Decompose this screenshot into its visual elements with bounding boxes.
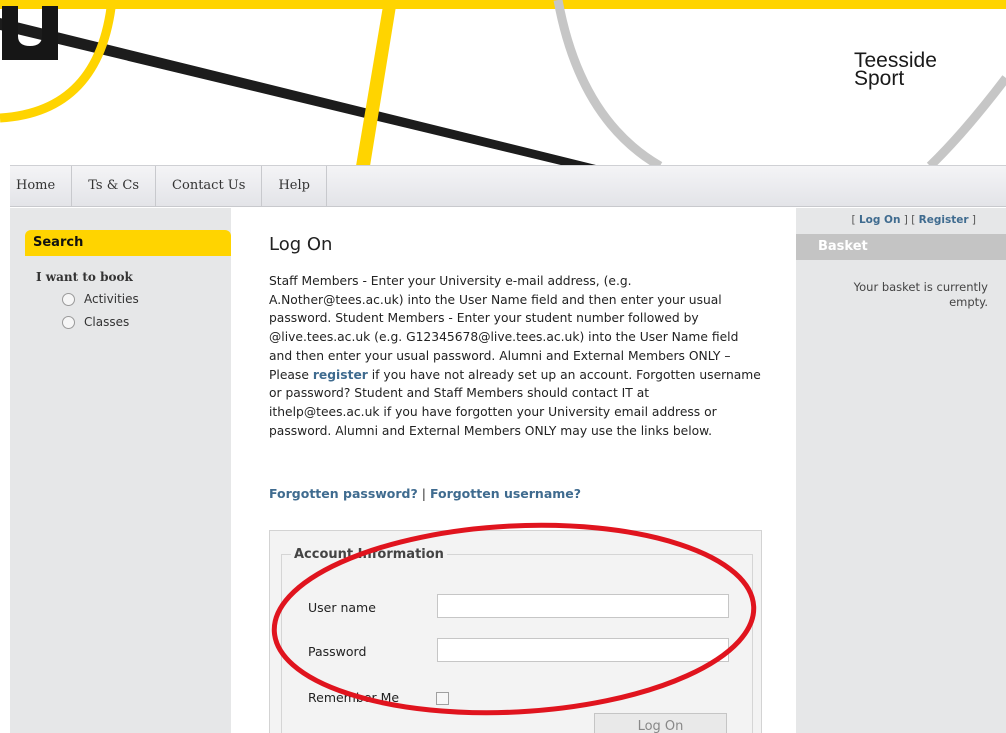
account-information-fieldset: Account Information User name Password R…: [281, 547, 753, 733]
option-activities[interactable]: Activities: [62, 292, 139, 306]
bracket-close: ]: [971, 214, 976, 226]
basket-header: Basket: [796, 234, 1006, 260]
nav-contact-us[interactable]: Contact Us: [156, 166, 263, 206]
account-links: [ Log On ] [ Register ]: [852, 214, 977, 226]
register-link[interactable]: register: [313, 368, 368, 382]
password-label: Password: [308, 644, 367, 659]
account-information-legend: Account Information: [294, 547, 444, 562]
instructions-text-1: Staff Members - Enter your University e-…: [269, 274, 739, 382]
main-nav: Home Ts & Cs Contact Us Help: [10, 165, 1006, 207]
search-header: Search: [25, 230, 231, 256]
teesside-logo-icon: [2, 6, 58, 60]
remember-me-label: Remember Me: [308, 690, 400, 705]
nav-home[interactable]: Home: [10, 166, 73, 206]
want-to-book-label: I want to book: [36, 270, 133, 284]
main-content: Log On Staff Members - Enter your Univer…: [231, 208, 796, 733]
forgotten-links: Forgotten password? | Forgotten username…: [269, 486, 581, 501]
username-label: User name: [308, 600, 376, 615]
nav-terms[interactable]: Ts & Cs: [72, 166, 157, 206]
right-sidebar: [ Log On ] [ Register ] Basket Your bask…: [796, 208, 1006, 733]
classes-label: Classes: [84, 315, 130, 329]
classes-radio[interactable]: [62, 315, 75, 329]
header-register-link[interactable]: Register: [919, 214, 969, 226]
brand-line-2: Sport: [854, 67, 905, 90]
activities-radio[interactable]: [62, 292, 75, 306]
log-on-button[interactable]: Log On: [594, 713, 727, 733]
nav-help[interactable]: Help: [262, 166, 327, 206]
password-input[interactable]: [437, 638, 729, 662]
option-classes[interactable]: Classes: [62, 315, 129, 329]
logon-instructions: Staff Members - Enter your University e-…: [269, 272, 761, 440]
bracket-mid: ] [: [903, 214, 916, 226]
forgotten-username-link[interactable]: Forgotten username?: [430, 486, 581, 501]
activities-label: Activities: [84, 292, 139, 306]
header-log-on-link[interactable]: Log On: [859, 214, 900, 226]
forgotten-password-link[interactable]: Forgotten password?: [269, 486, 418, 501]
site-banner: Teesside Sport: [0, 0, 1006, 165]
remember-me-checkbox[interactable]: [436, 692, 449, 705]
username-input[interactable]: [437, 594, 729, 618]
logon-form-panel: Account Information User name Password R…: [269, 530, 762, 733]
links-separator: |: [421, 486, 426, 501]
brand-name[interactable]: Teesside Sport: [854, 50, 937, 90]
bracket-open: [: [851, 214, 856, 226]
page-title: Log On: [269, 234, 333, 255]
basket-empty-message: Your basket is currently empty.: [853, 280, 988, 309]
left-sidebar: Search I want to book Activities Classes: [10, 208, 231, 733]
